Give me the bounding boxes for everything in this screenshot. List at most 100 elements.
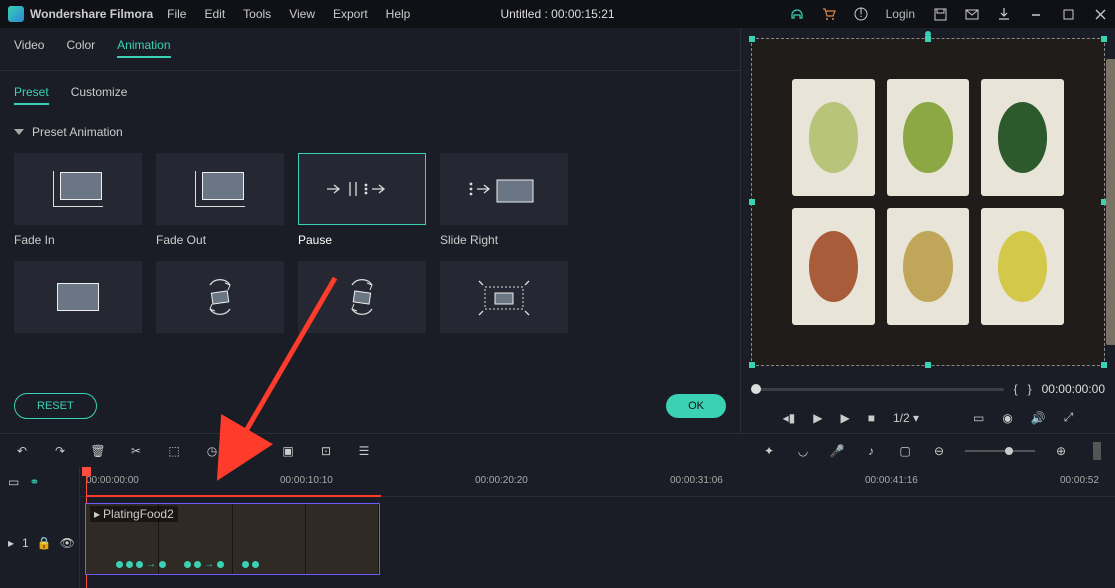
preset-label: Fade In <box>14 233 142 247</box>
mixer-icon[interactable]: ▢ <box>897 443 913 459</box>
color-icon[interactable]: ◔ <box>242 443 258 459</box>
preview-scrubber[interactable] <box>751 388 1004 391</box>
visibility-icon[interactable]: 👁 <box>60 536 75 550</box>
preset-label: Pause <box>298 233 426 247</box>
voiceover-icon[interactable]: 🎤 <box>829 443 845 459</box>
track-manager-icon[interactable]: ▭ <box>8 475 19 489</box>
reset-button[interactable]: RESET <box>14 393 97 419</box>
marker-icon[interactable]: ◡ <box>795 443 811 459</box>
login-link[interactable]: Login <box>886 7 915 21</box>
speed-selector[interactable]: 1/2 ▾ <box>893 411 919 425</box>
render-icon[interactable]: ✦ <box>761 443 777 459</box>
volume-icon[interactable]: 🔊 <box>1031 411 1046 425</box>
snapshot-icon[interactable]: ◉ <box>1002 411 1012 425</box>
video-track-icon: ▸ <box>8 536 14 550</box>
timeline-clip[interactable]: ▸PlatingFood2 → → <box>85 503 380 575</box>
zoom-in-icon[interactable]: ⊕ <box>1053 443 1069 459</box>
clip-range-indicator <box>86 495 381 497</box>
lock-icon[interactable]: 🔒 <box>37 536 52 550</box>
cart-icon[interactable] <box>822 7 836 21</box>
brace-left[interactable]: { <box>1014 382 1018 396</box>
preset-fade-in[interactable]: Fade In <box>14 153 142 247</box>
ruler-tick: 00:00:52 <box>1060 475 1099 486</box>
detach-icon[interactable]: ⊡ <box>318 443 334 459</box>
animation-subtabs: Preset Customize <box>0 70 740 111</box>
adjust-icon[interactable]: ☰ <box>356 443 372 459</box>
section-title: Preset Animation <box>32 125 123 139</box>
greenscreen-icon[interactable]: ▣ <box>280 443 296 459</box>
preset-pause[interactable]: Pause <box>298 153 426 247</box>
clip-name: PlatingFood2 <box>103 507 174 521</box>
crop-icon[interactable]: ⬚ <box>166 443 182 459</box>
preset-slide-right[interactable]: Slide Right <box>440 153 568 247</box>
svg-text:!: ! <box>859 6 862 20</box>
download-icon[interactable] <box>997 7 1011 21</box>
preset-item[interactable] <box>440 261 568 333</box>
audio-icon[interactable]: ♪ <box>863 443 879 459</box>
scrollbar-icon[interactable] <box>1093 442 1101 460</box>
preset-item[interactable] <box>156 261 284 333</box>
preset-fade-out[interactable]: Fade Out <box>156 153 284 247</box>
play-button[interactable]: ▶ <box>813 411 822 425</box>
subtab-preset[interactable]: Preset <box>14 85 49 105</box>
preview-content <box>772 59 1084 345</box>
display-icon[interactable]: ▭ <box>973 411 984 425</box>
menu-file[interactable]: File <box>167 7 186 21</box>
ruler-tick: 00:00:00:00 <box>86 475 139 486</box>
fullscreen-icon[interactable]: ⤢ <box>1064 410 1074 425</box>
preset-thumb <box>440 153 568 225</box>
menu-tools[interactable]: Tools <box>243 7 271 21</box>
track-number: 1 <box>22 536 29 550</box>
ruler-tick: 00:00:41:16 <box>865 475 918 486</box>
preset-section-header[interactable]: Preset Animation <box>0 111 740 153</box>
preset-label: Fade Out <box>156 233 284 247</box>
ruler-tick: 00:00:20:20 <box>475 475 528 486</box>
save-icon[interactable] <box>933 7 947 21</box>
zoom-out-icon[interactable]: ⊖ <box>931 443 947 459</box>
preset-thumb <box>156 153 284 225</box>
logo-icon <box>8 6 24 22</box>
menu-edit[interactable]: Edit <box>204 7 225 21</box>
stop-button[interactable]: ■ <box>868 411 875 425</box>
cut-icon[interactable]: ✂ <box>128 443 144 459</box>
timeline-toolbar: ↶ ↷ 🗑 ✂ ⬚ ◷ ◔ ▣ ⊡ ☰ ✦ ◡ 🎤 ♪ ▢ ⊖ ⊕ <box>0 433 1115 467</box>
tab-video[interactable]: Video <box>14 38 44 58</box>
close-icon[interactable] <box>1093 7 1107 21</box>
play-alt-button[interactable]: ▶ <box>840 411 849 425</box>
preset-thumb <box>298 153 426 225</box>
brace-right[interactable]: } <box>1028 382 1032 396</box>
preset-item[interactable] <box>298 261 426 333</box>
document-title: Untitled : 00:00:15:21 <box>500 7 614 21</box>
prev-frame-button[interactable]: ◂▮ <box>783 411 796 425</box>
redo-icon[interactable]: ↷ <box>52 443 68 459</box>
zoom-slider[interactable] <box>965 450 1035 452</box>
tab-animation[interactable]: Animation <box>117 38 170 58</box>
ruler-tick: 00:00:10:10 <box>280 475 333 486</box>
menu-export[interactable]: Export <box>333 7 368 21</box>
ok-button[interactable]: OK <box>666 394 726 418</box>
speed-icon[interactable]: ◷ <box>204 443 220 459</box>
delete-icon[interactable]: 🗑 <box>90 443 106 459</box>
tab-color[interactable]: Color <box>66 38 95 58</box>
preset-label: Slide Right <box>440 233 568 247</box>
headset-icon[interactable] <box>790 7 804 21</box>
keyframe-track[interactable]: → → <box>116 558 349 570</box>
maximize-icon[interactable] <box>1061 7 1075 21</box>
menu-view[interactable]: View <box>289 7 315 21</box>
preset-thumb <box>14 153 142 225</box>
minimize-icon[interactable] <box>1029 7 1043 21</box>
link-icon[interactable]: ⚭ <box>29 475 39 489</box>
expand-caret-icon <box>14 129 24 135</box>
app-logo: Wondershare Filmora <box>8 6 153 22</box>
info-icon[interactable]: ! <box>854 7 868 21</box>
subtab-customize[interactable]: Customize <box>71 85 128 105</box>
undo-icon[interactable]: ↶ <box>14 443 30 459</box>
preview-viewport[interactable] <box>751 38 1105 366</box>
ruler-tick: 00:00:31:06 <box>670 475 723 486</box>
timeline-ruler[interactable]: 00:00:00:00 00:00:10:10 00:00:20:20 00:0… <box>80 467 1115 497</box>
menu-help[interactable]: Help <box>386 7 411 21</box>
clip-video-icon: ▸ <box>94 507 100 521</box>
preset-item[interactable] <box>14 261 142 333</box>
mail-icon[interactable] <box>965 7 979 21</box>
preview-timecode: 00:00:00:00 <box>1042 382 1105 396</box>
